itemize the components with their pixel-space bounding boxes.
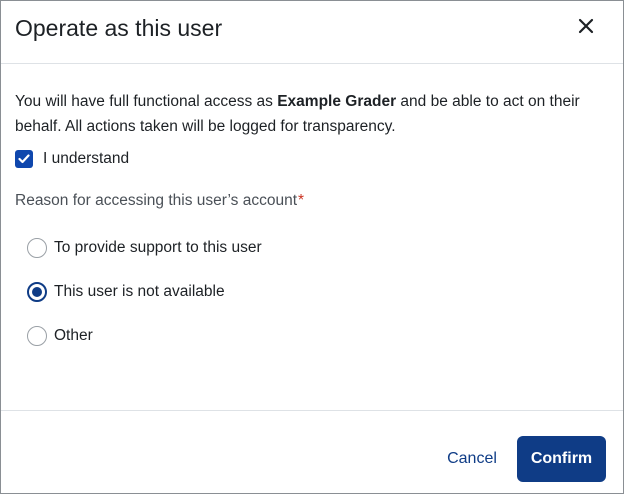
understand-label: I understand: [43, 150, 130, 167]
understand-checkbox-row[interactable]: I understand: [15, 149, 129, 169]
reason-option-label: This user is not available: [54, 283, 225, 300]
user-name: Example Grader: [277, 93, 397, 110]
operate-as-user-dialog: Operate as this user You will have full …: [0, 0, 624, 494]
reason-option-support[interactable]: To provide support to this user: [27, 237, 262, 259]
radio-button[interactable]: [27, 238, 47, 258]
close-icon: [578, 18, 594, 39]
reason-option-not-available[interactable]: This user is not available: [27, 281, 225, 303]
reason-label: Reason for accessing this user’s account…: [15, 192, 304, 210]
access-description: You will have full functional access as …: [15, 89, 611, 139]
description-prefix: You will have full functional access as: [15, 93, 278, 110]
understand-checkbox[interactable]: [15, 150, 33, 168]
required-marker: *: [298, 192, 305, 209]
dialog-body: You will have full functional access as …: [15, 89, 611, 346]
reason-label-text: Reason for accessing this user’s account: [15, 192, 298, 209]
dialog-header: Operate as this user: [1, 1, 623, 64]
reason-option-label: Other: [54, 327, 93, 344]
radio-dot: [32, 287, 42, 297]
dialog-title: Operate as this user: [15, 15, 223, 41]
radio-button[interactable]: [27, 326, 47, 346]
cancel-button[interactable]: Cancel: [435, 437, 509, 481]
confirm-button[interactable]: Confirm: [517, 436, 606, 482]
radio-button-selected[interactable]: [27, 282, 47, 302]
reason-option-label: To provide support to this user: [54, 239, 262, 256]
reason-option-other[interactable]: Other: [27, 325, 93, 347]
dialog-footer: Cancel Confirm: [1, 410, 623, 493]
close-button[interactable]: [569, 13, 603, 43]
checkmark-icon: [18, 154, 30, 164]
